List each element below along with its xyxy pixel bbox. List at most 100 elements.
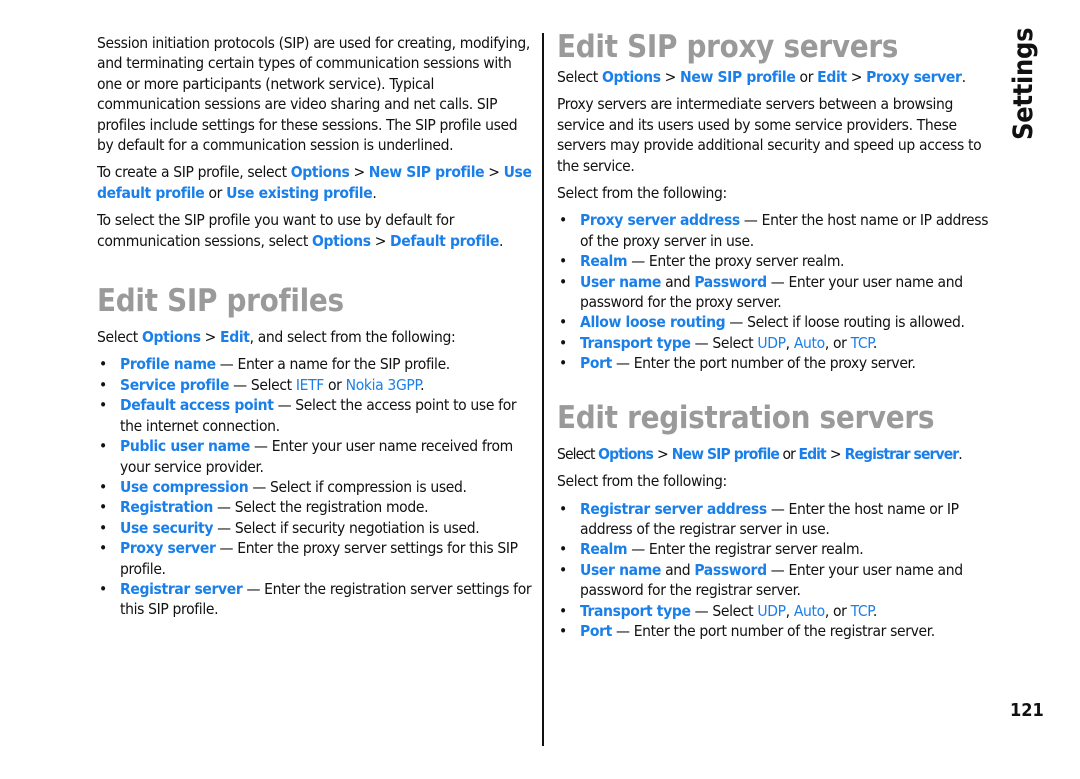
edit-link[interactable]: Edit [220,328,250,346]
menu-separator: > [664,68,677,86]
registrar-settings-list: Registrar server address — Enter the hos… [557,499,995,642]
service-profile-term[interactable]: Service profile [120,376,229,394]
use-security-term[interactable]: Use security [120,519,213,537]
registrar-server-term[interactable]: Registrar server [120,580,243,598]
nokia-3gpp-option[interactable]: Nokia 3GPP [346,376,421,394]
text: , or [824,333,851,352]
sip-profile-settings-list: Profile name — Enter a name for the SIP … [97,354,535,619]
item-description: — Select if loose routing is allowed. [725,313,965,332]
registrar-server-link[interactable]: Registrar server [845,445,960,463]
list-item: Port — Enter the port number of the regi… [557,621,995,642]
list-item: Default access point — Select the access… [97,395,535,436]
proxy-server-link[interactable]: Proxy server [866,68,962,86]
create-profile-paragraph: To create a SIP profile, select Options >… [97,162,535,203]
sip-intro-paragraph: Session initiation protocols (SIP) are u… [97,34,530,155]
text: , [785,601,794,620]
item-description: — Enter a name for the SIP profile. [215,355,450,374]
new-sip-profile-link[interactable]: New SIP profile [369,163,485,181]
text: or [204,183,227,202]
registrar-select-from-label: Select from the following: [557,472,727,491]
proxy-select-from-label: Select from the following: [557,184,727,203]
tcp-option[interactable]: TCP [851,602,874,620]
allow-loose-routing-term[interactable]: Allow loose routing [580,313,726,331]
settings-section-tab: Settings [1008,27,1039,140]
text: or [795,68,818,86]
realm-term[interactable]: Realm [580,540,628,558]
menu-separator: > [488,163,500,182]
right-column: Edit SIP proxy servers Select Options > Ne… [557,29,995,647]
list-item: Transport type — Select UDP, Auto, or TC… [557,601,995,622]
left-column: Session initiation protocols (SIP) are u… [97,33,535,626]
text: Select [557,68,603,86]
new-sip-profile-link[interactable]: New SIP profile [672,445,780,463]
password-term[interactable]: Password [694,561,767,579]
auto-option[interactable]: Auto [794,602,825,620]
list-item: Registration — Select the registration m… [97,497,535,518]
ietf-option[interactable]: IETF [296,376,324,394]
use-existing-profile-link[interactable]: Use existing profile [226,184,373,202]
item-description: — Select [229,375,296,394]
proxy-description-paragraph: Proxy servers are intermediate servers b… [557,95,982,175]
options-menu-link[interactable]: Options [602,68,661,86]
text: . [872,601,877,620]
text: . [420,375,425,394]
udp-option[interactable]: UDP [757,334,786,352]
default-profile-paragraph: To select the SIP profile you want to us… [97,210,535,251]
registrar-select-paragraph: Select Options > New SIP profile or Edit > R… [557,444,995,464]
list-item: Profile name — Enter a name for the SIP … [97,354,535,375]
item-description: — Enter the proxy server realm. [627,252,845,271]
list-item: User name and Password — Enter your user… [557,272,995,313]
transport-type-term[interactable]: Transport type [580,602,691,620]
proxy-server-term[interactable]: Proxy server [120,539,216,557]
options-menu-link[interactable]: Options [142,328,201,346]
list-item: Proxy server — Enter the proxy server se… [97,538,535,579]
port-term[interactable]: Port [580,354,612,372]
transport-type-term[interactable]: Transport type [580,334,691,352]
edit-select-paragraph: Select Options > Edit, and select from the… [97,327,535,347]
item-description: — Select if security negotiation is used… [213,518,480,537]
list-item: Transport type — Select UDP, Auto, or TC… [557,333,995,354]
new-sip-profile-link[interactable]: New SIP profile [680,68,796,86]
password-term[interactable]: Password [694,273,767,291]
tcp-option[interactable]: TCP [851,334,874,352]
proxy-server-address-term[interactable]: Proxy server address [580,211,740,229]
list-item: Registrar server — Enter the registratio… [97,579,535,620]
default-access-point-term[interactable]: Default access point [120,396,274,414]
text: , and select from the following: [249,328,456,347]
user-name-term[interactable]: User name [580,273,661,291]
text: . [958,444,962,463]
item-description: — Enter the port number of the proxy ser… [611,354,916,373]
proxy-settings-list: Proxy server address — Enter the host na… [557,210,995,374]
udp-option[interactable]: UDP [757,602,786,620]
options-menu-link[interactable]: Options [291,163,350,181]
user-name-term[interactable]: User name [580,561,661,579]
edit-link[interactable]: Edit [798,445,826,463]
text: Select [97,328,143,347]
text: . [872,333,877,352]
menu-separator: > [353,163,365,182]
column-divider [542,33,544,746]
options-menu-link[interactable]: Options [598,445,654,463]
list-item: Registrar server address — Enter the hos… [557,499,995,540]
list-item: Use compression — Select if compression … [97,477,535,498]
registration-term[interactable]: Registration [120,498,213,516]
text: and [661,272,695,291]
text: . [961,68,966,86]
auto-option[interactable]: Auto [794,334,825,352]
item-description: — Select the registration mode. [212,498,429,517]
options-menu-link[interactable]: Options [312,232,371,250]
registrar-server-address-term[interactable]: Registrar server address [580,500,767,518]
profile-name-term[interactable]: Profile name [120,355,216,373]
text: , [785,333,794,352]
menu-separator: > [374,231,387,250]
public-user-name-term[interactable]: Public user name [120,437,250,455]
edit-sip-proxy-servers-heading: Edit SIP proxy servers [557,29,899,65]
list-item: Service profile — Select IETF or Nokia 3… [97,375,535,396]
edit-link[interactable]: Edit [817,68,847,86]
default-profile-link[interactable]: Default profile [390,232,499,250]
list-item: Realm — Enter the registrar server realm… [557,539,995,560]
port-term[interactable]: Port [580,622,612,640]
menu-separator: > [829,444,842,463]
realm-term[interactable]: Realm [580,252,628,270]
use-compression-term[interactable]: Use compression [120,478,249,496]
